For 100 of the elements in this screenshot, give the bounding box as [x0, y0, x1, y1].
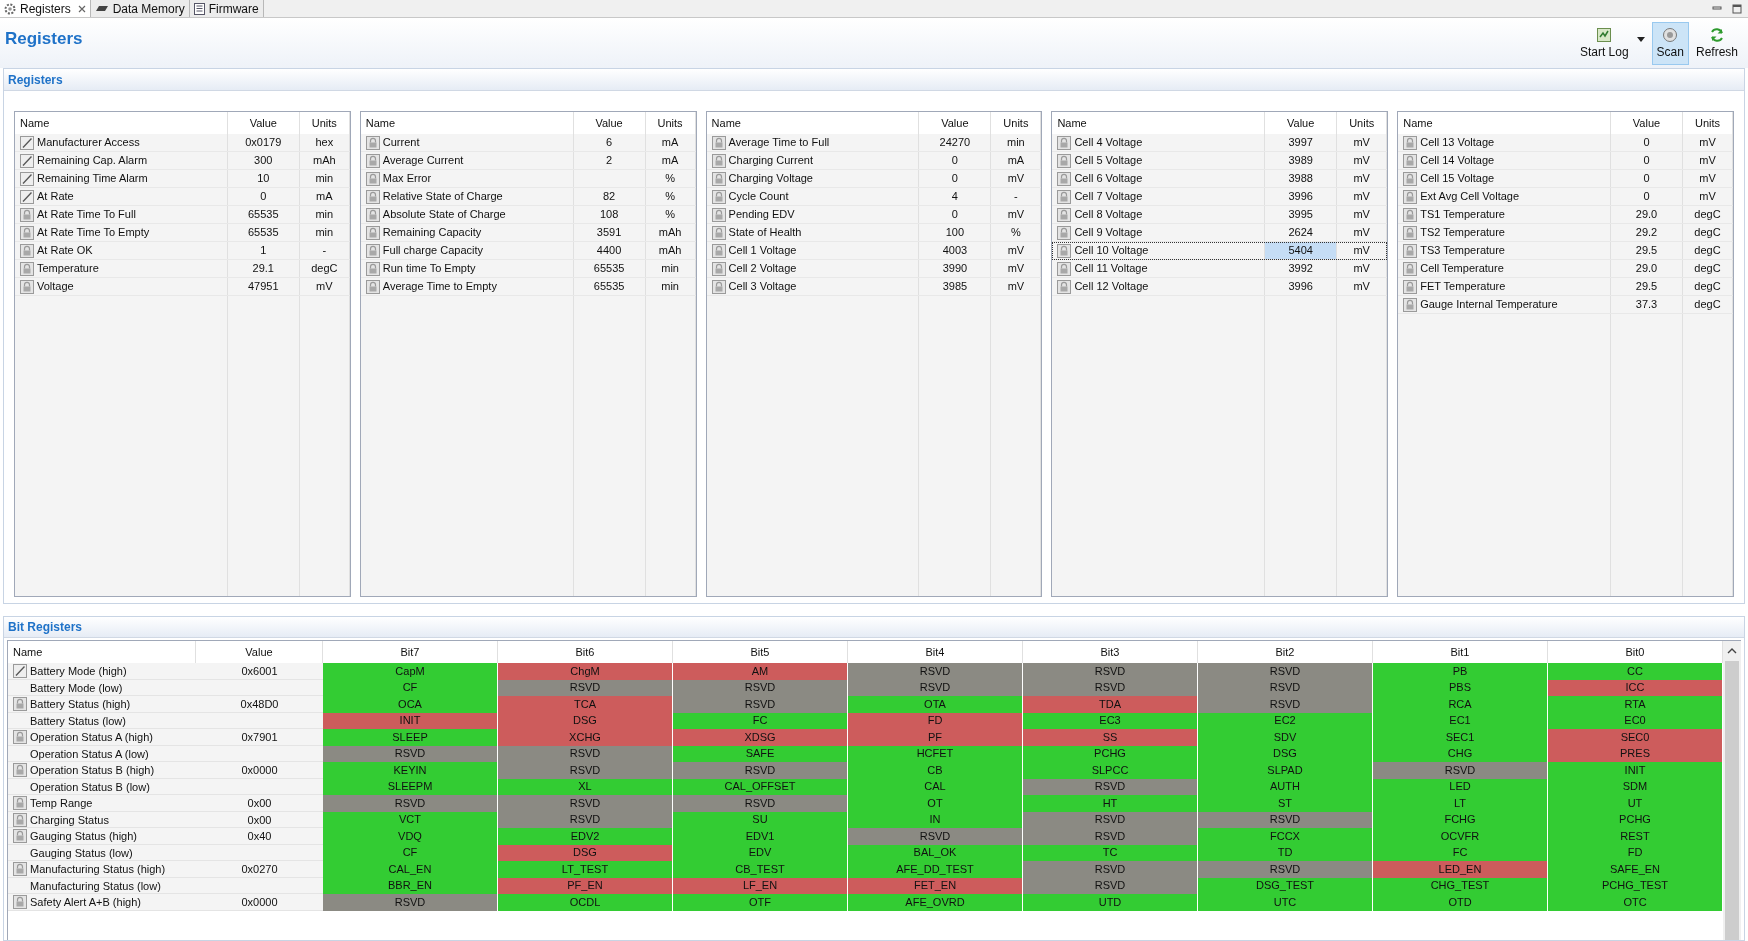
register-name: Temperature	[37, 261, 99, 277]
bit-flag: SDV	[1198, 729, 1373, 746]
register-row[interactable]: Max Error %	[360, 170, 696, 188]
register-name: Operation Status A (low)	[30, 746, 149, 762]
register-value: 3988	[1288, 171, 1313, 187]
column-header[interactable]: Units	[299, 112, 350, 134]
column-header[interactable]: Units	[645, 112, 696, 134]
register-value: 0x0000	[241, 895, 278, 910]
register-row[interactable]: State of Health 100 %	[706, 224, 1042, 242]
section-title: Registers	[8, 71, 63, 89]
column-header[interactable]: Name	[1398, 112, 1611, 134]
register-row[interactable]: Relative State of Charge 82 %	[360, 188, 696, 206]
bit-flag: LT_TEST	[498, 861, 673, 878]
lock-icon	[365, 261, 380, 276]
column-header[interactable]: Name	[15, 112, 228, 134]
column-header[interactable]: Units	[1683, 112, 1733, 134]
register-row[interactable]: Cell 1 Voltage 4003 mV	[706, 242, 1042, 260]
register-row[interactable]: Pending EDV 0 mV	[706, 206, 1042, 224]
register-row[interactable]: Cell 3 Voltage 3985 mV	[706, 278, 1042, 296]
register-row[interactable]: Cell 14 Voltage 0 mV	[1398, 152, 1733, 170]
close-icon[interactable]	[77, 4, 86, 13]
register-row[interactable]: Remaining Capacity 3591 mAh	[360, 224, 696, 242]
register-row[interactable]: Run time To Empty 65535 min	[360, 260, 696, 278]
register-row[interactable]: At Rate Time To Empty 65535 min	[15, 224, 350, 242]
register-row[interactable]: Current 6 mA	[360, 134, 696, 152]
register-units: -	[322, 243, 327, 259]
toolbar-button[interactable]: Refresh	[1690, 22, 1743, 65]
register-row[interactable]: Absolute State of Charge 108 %	[360, 206, 696, 224]
register-row[interactable]: Cell 10 Voltage 5404 mV	[1052, 242, 1388, 260]
register-value: 24270	[939, 135, 971, 151]
toolbar-button[interactable]: Start Log	[1574, 22, 1650, 65]
register-name: Cell 2 Voltage	[728, 261, 797, 277]
column-header[interactable]: Value	[1265, 112, 1338, 134]
column-header[interactable]: Name	[706, 112, 920, 134]
bit-flag: CB	[848, 762, 1023, 779]
register-row[interactable]: Cell 8 Voltage 3995 mV	[1052, 206, 1388, 224]
register-row[interactable]: Average Current 2 mA	[360, 152, 696, 170]
bit-flag: AM	[673, 663, 848, 680]
register-value: 29.5	[1635, 279, 1658, 295]
register-name: Cell Temperature	[1420, 261, 1504, 277]
column-header[interactable]: Name	[1052, 112, 1266, 134]
bit-flag: LT	[1373, 795, 1548, 812]
register-row[interactable]: Average Time to Full 24270 min	[706, 134, 1042, 152]
register-row[interactable]: FET Temperature 29.5 degC	[1398, 278, 1733, 296]
register-row[interactable]: Charging Voltage 0 mV	[706, 170, 1042, 188]
register-row[interactable]: Cycle Count 4 -	[706, 188, 1042, 206]
register-row[interactable]: Cell 4 Voltage 3997 mV	[1052, 134, 1388, 152]
register-row[interactable]: Average Time to Empty 65535 min	[360, 278, 696, 296]
register-value: 0	[951, 153, 958, 169]
register-row[interactable]: Remaining Cap. Alarm 300 mAh	[15, 152, 350, 170]
scroll-up-icon[interactable]	[1727, 647, 1737, 655]
register-value: 100	[945, 225, 965, 241]
register-row[interactable]: Cell 5 Voltage 3989 mV	[1052, 152, 1388, 170]
maximize-icon[interactable]	[1732, 3, 1742, 14]
register-row[interactable]: Cell 7 Voltage 3996 mV	[1052, 188, 1388, 206]
register-row[interactable]: Charging Current 0 mA	[706, 152, 1042, 170]
column-header[interactable]: Units	[991, 112, 1042, 134]
column-header[interactable]: Value	[227, 112, 300, 134]
column-header[interactable]: Name	[360, 112, 574, 134]
lock-icon	[365, 171, 380, 186]
register-units: mV	[1699, 171, 1716, 187]
editor-tab[interactable]: Registers	[0, 0, 91, 17]
register-units: min	[315, 225, 334, 241]
register-row[interactable]: Full charge Capacity 4400 mAh	[360, 242, 696, 260]
register-row[interactable]: TS2 Temperature 29.2 degC	[1398, 224, 1733, 242]
lock-icon	[1057, 189, 1072, 204]
register-row[interactable]: TS3 Temperature 29.5 degC	[1398, 242, 1733, 260]
register-row[interactable]: At Rate 0 mA	[15, 188, 350, 206]
dropdown-caret-icon[interactable]	[1636, 37, 1645, 43]
register-value: 82	[602, 189, 616, 205]
register-row[interactable]: At Rate OK 1 -	[15, 242, 350, 260]
column-header[interactable]: Units	[1337, 112, 1388, 134]
register-row[interactable]: Remaining Time Alarm 10 min	[15, 170, 350, 188]
register-row[interactable]: Cell 15 Voltage 0 mV	[1398, 170, 1733, 188]
register-row[interactable]: Cell Temperature 29.0 degC	[1398, 260, 1733, 278]
register-row[interactable]: Cell 6 Voltage 3988 mV	[1052, 170, 1388, 188]
register-row[interactable]: Cell 9 Voltage 2624 mV	[1052, 224, 1388, 242]
register-row[interactable]: Cell 2 Voltage 3990 mV	[706, 260, 1042, 278]
register-value: 3997	[1288, 135, 1313, 151]
register-name: Cell 5 Voltage	[1074, 153, 1143, 169]
column-header[interactable]: Value	[1611, 112, 1683, 134]
column-header[interactable]: Value	[919, 112, 992, 134]
register-value: 29.0	[1635, 261, 1658, 277]
editor-tab[interactable]: Data Memory	[90, 0, 190, 17]
register-row[interactable]: Cell 13 Voltage 0 mV	[1398, 134, 1733, 152]
register-row[interactable]: At Rate Time To Full 65535 min	[15, 206, 350, 224]
register-row[interactable]: Cell 12 Voltage 3996 mV	[1052, 278, 1388, 296]
register-row[interactable]: Ext Avg Cell Voltage 0 mV	[1398, 188, 1733, 206]
register-name: Gauging Status (low)	[30, 845, 133, 861]
register-row[interactable]: Manufacturer Access 0x0179 hex	[15, 134, 350, 152]
register-row[interactable]: TS1 Temperature 29.0 degC	[1398, 206, 1733, 224]
column-header[interactable]: Value	[573, 112, 646, 134]
register-row[interactable]: Voltage 47951 mV	[15, 278, 350, 296]
editor-tab[interactable]: Firmware	[189, 0, 264, 17]
toolbar-button[interactable]: Scan	[1651, 22, 1689, 65]
register-row[interactable]: Cell 11 Voltage 3992 mV	[1052, 260, 1388, 278]
register-row[interactable]: Temperature 29.1 degC	[15, 260, 350, 278]
scrollbar[interactable]	[1723, 641, 1741, 940]
register-name: At Rate	[37, 189, 74, 205]
register-row[interactable]: Gauge Internal Temperature 37.3 degC	[1398, 296, 1733, 314]
